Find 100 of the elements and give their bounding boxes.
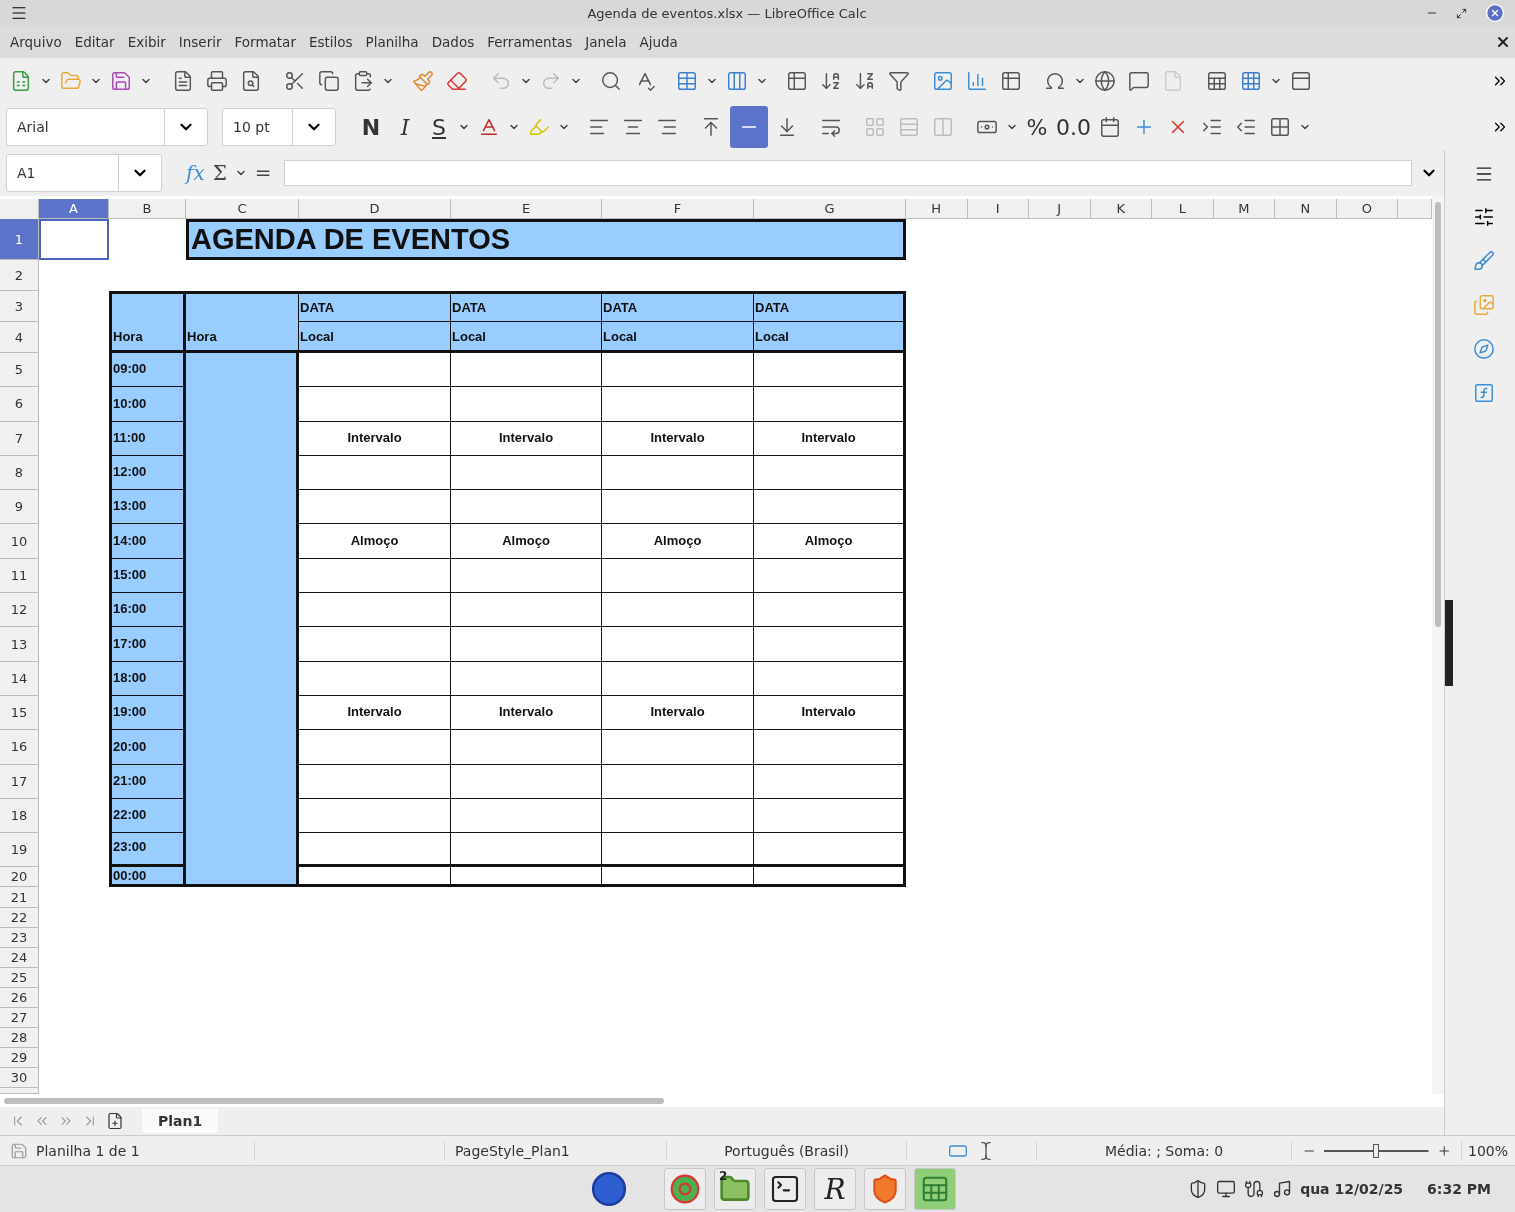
network-icon[interactable] [1244, 1179, 1265, 1199]
properties-icon[interactable] [1473, 206, 1495, 228]
row-header[interactable]: 12 [0, 593, 39, 628]
r-app[interactable]: R [814, 1168, 856, 1210]
row-header[interactable]: 15 [0, 695, 39, 731]
column-header[interactable]: C [186, 199, 299, 219]
comment-icon[interactable] [1128, 70, 1150, 92]
row-header[interactable]: 23 [0, 927, 39, 948]
scissors-icon[interactable] [284, 70, 306, 92]
row-header[interactable]: 21 [0, 887, 39, 908]
print-range-icon[interactable] [1206, 70, 1228, 92]
column-header[interactable]: K [1090, 199, 1152, 219]
row-header[interactable]: 19 [0, 833, 39, 868]
menu-item[interactable]: Editar [68, 34, 121, 50]
column-header[interactable]: L [1152, 199, 1214, 219]
filter-icon[interactable] [888, 70, 910, 92]
column-header[interactable]: J [1029, 199, 1091, 219]
column-header[interactable]: D [299, 199, 451, 219]
menu-item[interactable]: Formatar [228, 34, 302, 50]
row-header[interactable]: 18 [0, 798, 39, 834]
menu-item[interactable]: Exibir [121, 34, 172, 50]
split-window-icon[interactable] [1290, 70, 1312, 92]
chart-icon[interactable] [966, 70, 988, 92]
sidebar-handle[interactable] [1445, 600, 1453, 686]
column-header[interactable]: F [602, 199, 754, 219]
row-header[interactable]: 24 [0, 947, 39, 968]
scrollbar-thumb[interactable] [1435, 202, 1441, 627]
menu-item[interactable]: Arquivo [4, 34, 68, 50]
menu-item[interactable]: Ferramentas [481, 34, 579, 50]
column-header[interactable]: I [967, 199, 1029, 219]
maximize-icon[interactable] [1456, 7, 1467, 19]
row-header[interactable]: 7 [0, 421, 39, 456]
row-header[interactable]: 16 [0, 730, 39, 765]
column-header[interactable]: M [1213, 199, 1275, 219]
row-header[interactable]: 27 [0, 1008, 39, 1029]
column-header[interactable]: A [39, 199, 109, 219]
browser-icon[interactable] [669, 1173, 701, 1205]
navigator-icon[interactable] [1473, 338, 1495, 360]
cell-cursor[interactable] [39, 219, 109, 260]
row-header[interactable]: 22 [0, 907, 39, 928]
column-header[interactable]: O [1336, 199, 1398, 219]
bold-button[interactable]: N [356, 110, 386, 144]
menu-item[interactable]: Janela [579, 34, 633, 50]
formula-input[interactable] [283, 160, 1412, 186]
percent-button[interactable]: % [1022, 110, 1052, 144]
row-header[interactable]: 28 [0, 1028, 39, 1049]
row-header[interactable]: 8 [0, 455, 39, 491]
folder-app[interactable]: 2 [714, 1168, 756, 1210]
menu-icon[interactable] [10, 4, 28, 22]
printer-icon[interactable] [206, 70, 228, 92]
close-icon[interactable] [1495, 34, 1511, 50]
sort-ascending-icon[interactable] [820, 70, 842, 92]
font-color-icon[interactable] [478, 116, 500, 138]
underline-button[interactable]: S [424, 110, 454, 144]
row-header[interactable]: 2 [0, 260, 39, 291]
eraser-icon[interactable] [446, 70, 468, 92]
display-icon[interactable] [1216, 1179, 1237, 1199]
paste-icon[interactable] [352, 70, 374, 92]
menu-item[interactable]: Dados [425, 34, 481, 50]
menu-item[interactable]: Estilos [302, 34, 359, 50]
calendar-icon[interactable] [1099, 116, 1121, 138]
menu-item[interactable]: Planilha [359, 34, 425, 50]
row-header[interactable]: 5 [0, 353, 39, 388]
row-header[interactable]: 30 [0, 1068, 39, 1089]
row-header[interactable]: 3 [0, 291, 39, 322]
save-icon[interactable] [110, 70, 132, 92]
column-header[interactable]: E [451, 199, 602, 219]
copy-icon[interactable] [318, 70, 340, 92]
image-icon[interactable] [932, 70, 954, 92]
row-header[interactable]: 10 [0, 524, 39, 559]
row-header[interactable]: 14 [0, 661, 39, 696]
add-sheet-icon[interactable] [106, 1112, 124, 1130]
row-header[interactable]: 26 [0, 987, 39, 1008]
italic-button[interactable]: I [390, 110, 420, 144]
terminal-icon[interactable] [769, 1173, 801, 1205]
column-header[interactable]: G [754, 199, 906, 219]
scrollbar-thumb[interactable] [4, 1097, 664, 1104]
column-header[interactable]: H [906, 199, 968, 219]
font-name-field[interactable]: Arial [6, 108, 208, 146]
sheet-tab[interactable]: Plan1 [142, 1109, 219, 1133]
formula-button[interactable]: = [254, 161, 272, 185]
table-rows-icon[interactable] [676, 70, 698, 92]
row-header[interactable]: 11 [0, 558, 39, 594]
freeze-icon[interactable] [1240, 70, 1262, 92]
row-header[interactable]: 6 [0, 387, 39, 422]
spreadsheet-icon[interactable] [920, 1174, 950, 1204]
zoom-thumb[interactable] [1373, 1143, 1380, 1158]
print-preview-icon[interactable] [240, 70, 262, 92]
spreadsheet-icon[interactable] [10, 70, 32, 92]
menu-item[interactable]: Inserir [172, 34, 228, 50]
table-columns-icon[interactable] [726, 70, 748, 92]
row-header[interactable]: 17 [0, 764, 39, 799]
merge-cells-icon[interactable] [864, 116, 886, 138]
column-header[interactable]: B [109, 199, 186, 219]
styles-icon[interactable] [1473, 250, 1495, 272]
row-header[interactable]: 1 [0, 219, 39, 260]
sort-descending-icon[interactable] [854, 70, 876, 92]
column-header[interactable]: N [1275, 199, 1337, 219]
function-icon[interactable] [1473, 382, 1495, 404]
search-icon[interactable] [600, 70, 622, 92]
